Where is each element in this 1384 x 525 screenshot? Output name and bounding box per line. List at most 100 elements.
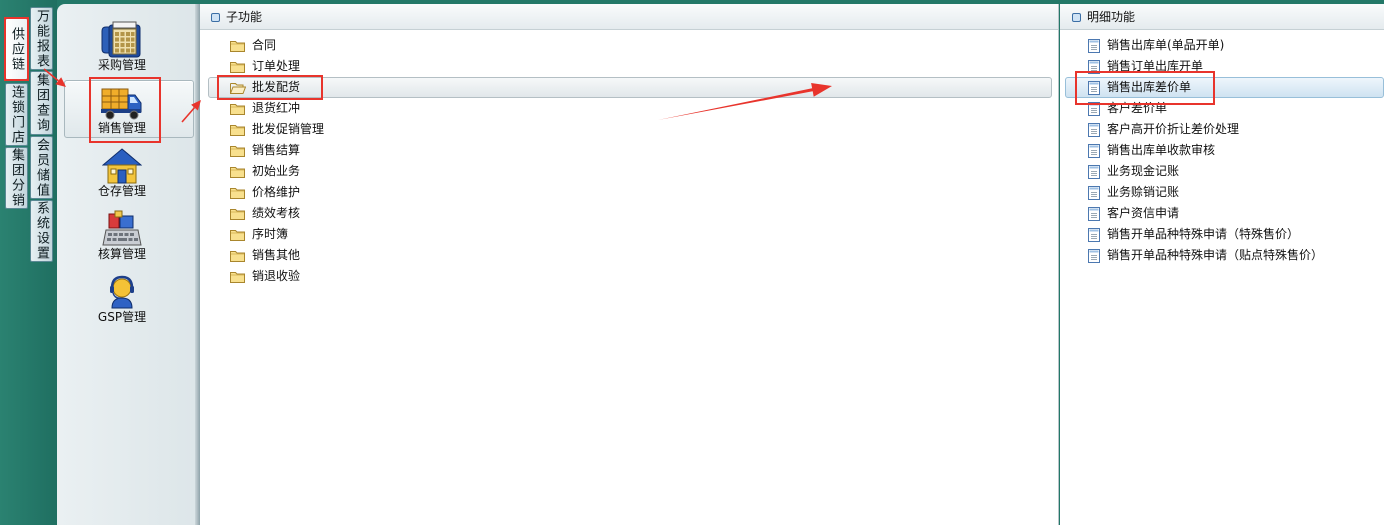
folder-icon	[230, 209, 245, 220]
detail-function-label: 销售订单出库开单	[1107, 59, 1204, 73]
tab-label: 供应链	[9, 26, 24, 72]
tab-label: 万能报表	[34, 8, 49, 69]
tab-label: 会员储值	[34, 137, 49, 198]
tab-chain-stores[interactable]: 连锁门店	[5, 83, 28, 146]
folder-icon	[230, 146, 245, 157]
headset-person-icon	[110, 275, 134, 309]
module-label: 核算管理	[97, 247, 146, 261]
folder-icon	[230, 125, 245, 136]
sub-function-item[interactable]: 退货红冲	[208, 98, 1052, 119]
module-label: 仓存管理	[97, 184, 146, 198]
sub-function-label: 序时簿	[252, 227, 289, 241]
sub-function-label: 初始业务	[252, 164, 301, 178]
detail-function-label: 销售出库差价单	[1107, 80, 1192, 94]
accounting-computer-icon	[102, 210, 142, 246]
sub-function-item[interactable]: 销退收验	[208, 266, 1052, 287]
module-label: GSP管理	[97, 310, 147, 324]
detail-function-label: 业务赊销记账	[1107, 185, 1180, 199]
detail-function-item[interactable]: 客户差价单	[1065, 98, 1384, 119]
sub-function-item[interactable]: 订单处理	[208, 56, 1052, 77]
tab-supply-chain[interactable]: 供应链	[5, 18, 28, 80]
tab-label: 连锁门店	[9, 84, 24, 145]
folder-icon	[230, 188, 245, 199]
detail-functions-header: 明细功能	[1060, 4, 1384, 30]
module-gsp[interactable]: GSP管理	[64, 269, 194, 327]
document-icon	[1088, 186, 1100, 200]
folder-icon	[230, 230, 245, 241]
sub-function-item[interactable]: 序时簿	[208, 224, 1052, 245]
folder-icon	[230, 272, 245, 283]
sub-function-label: 订单处理	[252, 59, 301, 73]
tab-group-distribution[interactable]: 集团分销	[5, 147, 28, 209]
sub-function-item[interactable]: 销售其他	[208, 245, 1052, 266]
detail-function-item[interactable]: 销售出库差价单	[1065, 77, 1384, 98]
square-bullet-icon	[211, 13, 220, 22]
folder-open-icon	[230, 83, 246, 94]
folder-icon	[230, 251, 245, 262]
detail-function-item[interactable]: 业务赊销记账	[1065, 182, 1384, 203]
detail-function-item[interactable]: 销售出库单收款审核	[1065, 140, 1384, 161]
square-bullet-icon	[1072, 13, 1081, 22]
document-icon	[1088, 81, 1100, 95]
detail-function-label: 客户资信申请	[1107, 206, 1180, 220]
detail-functions-panel: 明细功能 销售出库单(单品开单) 销售订单出库开单 销售出库差价单 客户差价单 …	[1060, 4, 1384, 525]
detail-function-item[interactable]: 销售开单品种特殊申请（贴点特殊售价）	[1065, 245, 1384, 266]
purchase-phone-icon	[101, 21, 141, 58]
sub-function-item[interactable]: 绩效考核	[208, 203, 1052, 224]
detail-function-label: 客户高开价折让差价处理	[1107, 122, 1240, 136]
sub-function-label: 退货红冲	[252, 101, 301, 115]
sub-function-label: 批发促销管理	[252, 122, 325, 136]
module-accounting[interactable]: 核算管理	[64, 206, 194, 264]
sub-function-item[interactable]: 销售结算	[208, 140, 1052, 161]
detail-function-item[interactable]: 销售开单品种特殊申请（特殊售价）	[1065, 224, 1384, 245]
sub-function-item[interactable]: 合同	[208, 35, 1052, 56]
document-icon	[1088, 102, 1100, 116]
module-panel: 采购管理 销售管理 仓存管理 核算管理 GSP管理	[57, 4, 195, 525]
detail-function-label: 销售开单品种特殊申请（贴点特殊售价）	[1107, 248, 1324, 262]
tab-system-settings[interactable]: 系统设置	[30, 200, 53, 262]
sub-functions-title: 子功能	[226, 10, 263, 24]
module-sales[interactable]: 销售管理	[64, 80, 194, 138]
folder-icon	[230, 104, 245, 115]
module-label: 销售管理	[97, 121, 146, 135]
sub-function-label: 合同	[252, 38, 277, 52]
document-icon	[1088, 123, 1100, 137]
detail-function-item[interactable]: 业务现金记账	[1065, 161, 1384, 182]
document-icon	[1088, 207, 1100, 221]
delivery-truck-icon	[101, 88, 142, 120]
sub-function-label: 批发配货	[252, 80, 301, 94]
sub-function-label: 销售结算	[252, 143, 301, 157]
document-icon	[1088, 228, 1100, 242]
left-nav-rail: 供应链 连锁门店 集团分销 万能报表 集团查询 会员储值 系统设置	[0, 0, 57, 525]
document-icon	[1088, 60, 1100, 74]
tab-label: 集团查询	[34, 73, 49, 133]
sub-function-item[interactable]: 批发配货	[208, 77, 1052, 98]
sub-function-item[interactable]: 批发促销管理	[208, 119, 1052, 140]
tab-member-stored-value[interactable]: 会员储值	[30, 136, 53, 199]
sub-function-label: 价格维护	[252, 185, 301, 199]
detail-function-label: 销售开单品种特殊申请（特殊售价）	[1107, 227, 1300, 241]
document-icon	[1088, 165, 1100, 179]
folder-icon	[230, 62, 245, 73]
tab-universal-reports[interactable]: 万能报表	[30, 7, 53, 70]
module-warehouse[interactable]: 仓存管理	[64, 143, 194, 201]
sub-function-item[interactable]: 初始业务	[208, 161, 1052, 182]
sub-function-item[interactable]: 价格维护	[208, 182, 1052, 203]
module-label: 采购管理	[97, 58, 146, 72]
detail-function-label: 销售出库单收款审核	[1107, 143, 1216, 157]
folder-icon	[230, 167, 245, 178]
folder-icon	[230, 41, 245, 52]
tab-label: 系统设置	[34, 201, 49, 261]
detail-function-item[interactable]: 客户资信申请	[1065, 203, 1384, 224]
detail-function-item[interactable]: 客户高开价折让差价处理	[1065, 119, 1384, 140]
sub-functions-panel: 子功能 合同 订单处理 批发配货 退货红冲 批发促销管理 销售结算 初始业务 价…	[200, 4, 1059, 525]
tab-group-query[interactable]: 集团查询	[30, 71, 53, 135]
module-purchase[interactable]: 采购管理	[64, 17, 194, 75]
warehouse-house-icon	[102, 148, 142, 184]
detail-function-item[interactable]: 销售订单出库开单	[1065, 56, 1384, 77]
document-icon	[1088, 39, 1100, 53]
sub-functions-header: 子功能	[200, 4, 1058, 30]
sub-function-label: 绩效考核	[252, 206, 301, 220]
detail-function-item[interactable]: 销售出库单(单品开单)	[1065, 35, 1384, 56]
tab-label: 集团分销	[9, 148, 24, 208]
